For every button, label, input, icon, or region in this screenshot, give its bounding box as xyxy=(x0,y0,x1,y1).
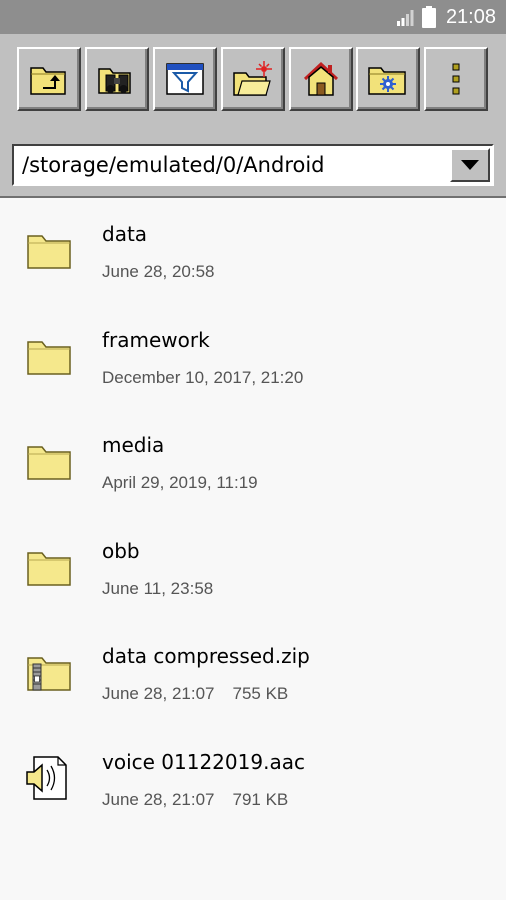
file-size: 791 KB xyxy=(232,789,289,809)
file-list: data June 28, 20:58 framework December 1… xyxy=(0,198,506,900)
up-folder-button[interactable] xyxy=(17,47,81,111)
folder-gear-icon xyxy=(368,67,406,95)
audio-file-icon xyxy=(26,755,67,800)
filter-icon xyxy=(166,63,204,95)
file-row[interactable]: data compressed.zip June 28, 21:07 755 KB xyxy=(0,620,506,726)
file-name: data xyxy=(102,222,148,246)
folder-icon xyxy=(27,551,71,586)
more-menu-button[interactable] xyxy=(424,47,488,111)
path-dropdown-button[interactable] xyxy=(450,148,490,182)
filter-button[interactable] xyxy=(153,47,217,111)
file-name: obb xyxy=(102,538,140,563)
settings-folder-button[interactable] xyxy=(356,47,420,111)
file-date: December 10, 2017, 21:20 xyxy=(102,367,304,387)
more-vert-icon xyxy=(452,63,460,95)
new-folder-icon xyxy=(233,61,272,96)
file-name: framework xyxy=(102,327,210,352)
file-size: 755 KB xyxy=(232,684,289,703)
file-date: June 28, 21:07 xyxy=(102,684,215,703)
binoculars-icon xyxy=(98,68,131,94)
toolbar xyxy=(0,34,506,132)
status-icons: 21:08 xyxy=(396,0,496,34)
folder-icon xyxy=(27,235,71,269)
file-row[interactable]: framework December 10, 2017, 21:20 xyxy=(0,304,506,410)
file-name: voice 01122019.aac xyxy=(102,749,305,774)
file-meta: June 28, 20:58 xyxy=(102,262,214,282)
folder-up-icon xyxy=(30,67,66,95)
home-button[interactable] xyxy=(289,47,353,111)
path-bar: /storage/emulated/0/Android xyxy=(0,132,506,198)
file-row[interactable]: voice 01122019.aac June 28, 21:07 791 KB xyxy=(0,726,506,832)
file-meta: December 10, 2017, 21:20 xyxy=(102,368,303,388)
battery-icon xyxy=(421,6,436,28)
file-date: June 11, 23:58 xyxy=(102,578,214,598)
status-time: 21:08 xyxy=(445,5,496,28)
folder-icon xyxy=(27,340,71,375)
file-name: data compressed.zip xyxy=(102,644,310,668)
zip-folder-icon xyxy=(27,657,71,691)
file-row[interactable]: data June 28, 20:58 xyxy=(0,198,506,304)
home-icon xyxy=(303,61,339,96)
folder-icon xyxy=(27,446,71,480)
file-name: media xyxy=(102,433,165,457)
signal-icon xyxy=(396,10,414,26)
file-row[interactable]: media April 29, 2019, 11:19 xyxy=(0,409,506,515)
search-button[interactable] xyxy=(85,47,149,111)
file-date: June 28, 20:58 xyxy=(102,262,215,281)
file-row[interactable]: obb June 11, 23:58 xyxy=(0,515,506,621)
current-path: /storage/emulated/0/Android xyxy=(22,153,325,177)
file-meta: April 29, 2019, 11:19 xyxy=(102,473,258,493)
path-dropdown[interactable]: /storage/emulated/0/Android xyxy=(12,144,494,186)
file-date: April 29, 2019, 11:19 xyxy=(102,473,258,492)
file-meta: June 11, 23:58 xyxy=(102,579,213,599)
file-date: June 28, 21:07 xyxy=(102,789,215,809)
file-meta: June 28, 21:07 791 KB xyxy=(102,790,288,810)
status-bar: 21:08 xyxy=(0,0,506,34)
new-folder-button[interactable] xyxy=(221,47,285,111)
chevron-down-icon xyxy=(461,160,479,170)
file-meta: June 28, 21:07 755 KB xyxy=(102,684,288,704)
